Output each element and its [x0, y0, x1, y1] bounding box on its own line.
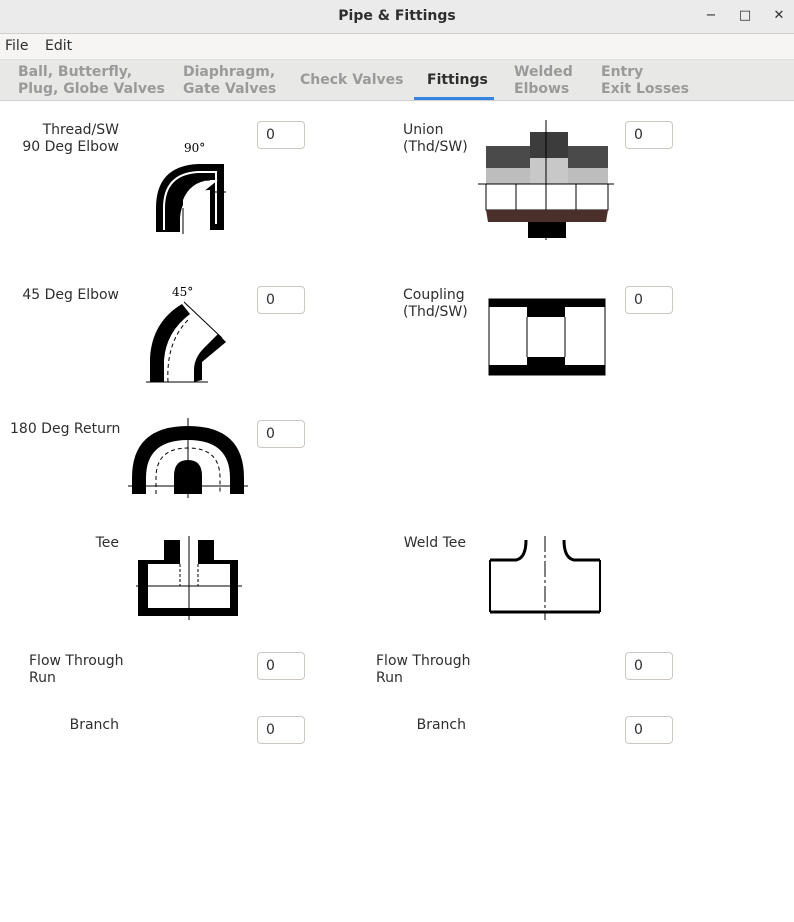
- tab-check-valves[interactable]: Check Valves: [300, 72, 404, 89]
- tab-label-line2: Exit Losses: [601, 81, 689, 97]
- active-tab-indicator: [414, 97, 494, 100]
- close-icon[interactable]: ✕: [767, 4, 791, 28]
- tee-branch-label: Branch: [69, 717, 119, 733]
- tee-run-label: Flow Through Run: [29, 653, 124, 686]
- coupling-label: Coupling (Thd/SW): [403, 287, 468, 320]
- menu-bar: File Edit: [0, 34, 794, 60]
- union-input[interactable]: [625, 121, 673, 149]
- tab-label-line1: Ball, Butterfly,: [18, 64, 133, 80]
- tab-entry-exit-losses[interactable]: Entry Exit Losses: [601, 64, 689, 98]
- tab-label-line1: Entry: [601, 64, 644, 80]
- elbow90-angle-text: 90°: [184, 141, 205, 155]
- tab-label-line1: Diaphragm,: [183, 64, 276, 80]
- coupling-input[interactable]: [625, 286, 673, 314]
- title-bar: Pipe & Fittings − □ ✕: [0, 0, 794, 34]
- tab-diaphragm-gate-valves[interactable]: Diaphragm, Gate Valves: [183, 64, 276, 98]
- weld-tee-run-input[interactable]: [625, 652, 673, 680]
- maximize-icon[interactable]: □: [733, 4, 757, 28]
- return-180-diagram: [128, 418, 248, 498]
- tab-label: Fittings: [427, 72, 488, 88]
- weld-tee-branch-input[interactable]: [625, 716, 673, 744]
- tee-diagram: [136, 536, 242, 620]
- tab-label-line2: Elbows: [514, 81, 570, 97]
- tee-branch-input[interactable]: [257, 716, 305, 744]
- union-diagram: [478, 120, 614, 240]
- return180-label: 180 Deg Return: [10, 421, 121, 437]
- elbow-90-diagram: 90°: [156, 141, 226, 234]
- menu-file[interactable]: File: [5, 34, 28, 59]
- tab-label-line2: Plug, Globe Valves: [18, 81, 165, 97]
- tee-run-input[interactable]: [257, 652, 305, 680]
- union-label: Union (Thd/SW): [403, 122, 468, 155]
- tab-ball-butterfly-plug-globe-valves[interactable]: Ball, Butterfly, Plug, Globe Valves: [18, 64, 165, 98]
- tab-label: Check Valves: [300, 72, 404, 88]
- elbow90-input[interactable]: [257, 121, 305, 149]
- tab-label-line2: Gate Valves: [183, 81, 277, 97]
- elbow-45-diagram: 45°: [146, 285, 226, 383]
- tab-welded-elbows[interactable]: Welded Elbows: [514, 64, 573, 98]
- weld-tee-diagram: [489, 536, 601, 620]
- minimize-icon[interactable]: −: [699, 4, 723, 28]
- elbow45-angle-text: 45°: [172, 285, 193, 299]
- tee-label: Tee: [95, 535, 119, 551]
- elbow45-input[interactable]: [257, 286, 305, 314]
- weld-tee-branch-label: Branch: [416, 717, 466, 733]
- tab-fittings[interactable]: Fittings: [427, 72, 488, 89]
- menu-edit[interactable]: Edit: [45, 34, 72, 59]
- tab-label-line1: Welded: [514, 64, 573, 80]
- window-title: Pipe & Fittings: [338, 8, 456, 24]
- return180-input[interactable]: [257, 420, 305, 448]
- elbow90-label: Thread/SW 90 Deg Elbow: [22, 122, 119, 155]
- weld-tee-run-label: Flow Through Run: [376, 653, 471, 686]
- weld-tee-label: Weld Tee: [403, 535, 466, 551]
- tab-bar: Ball, Butterfly, Plug, Globe Valves Diaph…: [0, 60, 794, 101]
- coupling-diagram: [488, 298, 606, 376]
- elbow45-label: 45 Deg Elbow: [22, 287, 119, 303]
